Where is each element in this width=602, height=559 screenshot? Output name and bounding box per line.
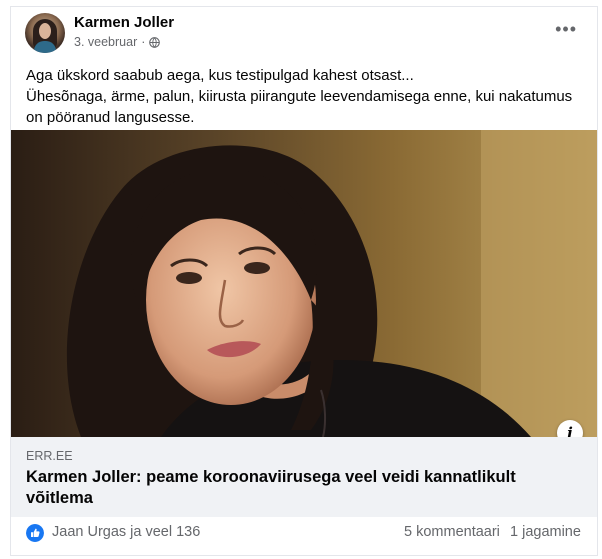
post-text: Aga ükskord saabub aega, kus testipulgad… <box>26 65 586 128</box>
author-name[interactable]: Karmen Joller <box>74 14 174 31</box>
post-header: Karmen Joller 3. veebruar · ••• <box>11 7 597 57</box>
globe-icon[interactable] <box>149 36 161 48</box>
post-text-line-2: Ühesõnaga, ärme, palun, kiirusta piirang… <box>26 88 573 126</box>
meta-separator: · <box>141 35 146 49</box>
post-date[interactable]: 3. veebruar <box>74 35 137 49</box>
link-domain: ERR.EE <box>26 449 73 463</box>
avatar-face <box>39 23 51 39</box>
comments-count[interactable]: 5 kommentaari <box>404 524 500 540</box>
like-reaction-icon[interactable] <box>26 524 44 542</box>
portrait-photo <box>11 130 597 437</box>
shares-count[interactable]: 1 jagamine <box>510 524 581 540</box>
post-footer: Jaan Urgas ja veel 136 5 kommentaari 1 j… <box>11 519 597 555</box>
post-meta: 3. veebruar · <box>74 35 161 49</box>
link-title[interactable]: Karmen Joller: peame koroonaviirusega ve… <box>26 467 581 509</box>
link-preview[interactable]: ERR.EE Karmen Joller: peame koroonaviiru… <box>11 437 597 517</box>
more-options-icon[interactable]: ••• <box>555 19 577 40</box>
author-avatar[interactable] <box>25 13 65 53</box>
avatar-shirt <box>34 41 56 53</box>
post-text-line-1: Aga ükskord saabub aega, kus testipulgad… <box>26 67 414 84</box>
post-card: Karmen Joller 3. veebruar · ••• Aga üksk… <box>10 6 598 556</box>
link-preview-photo[interactable] <box>11 130 597 437</box>
reactions-count[interactable]: Jaan Urgas ja veel 136 <box>52 524 200 540</box>
